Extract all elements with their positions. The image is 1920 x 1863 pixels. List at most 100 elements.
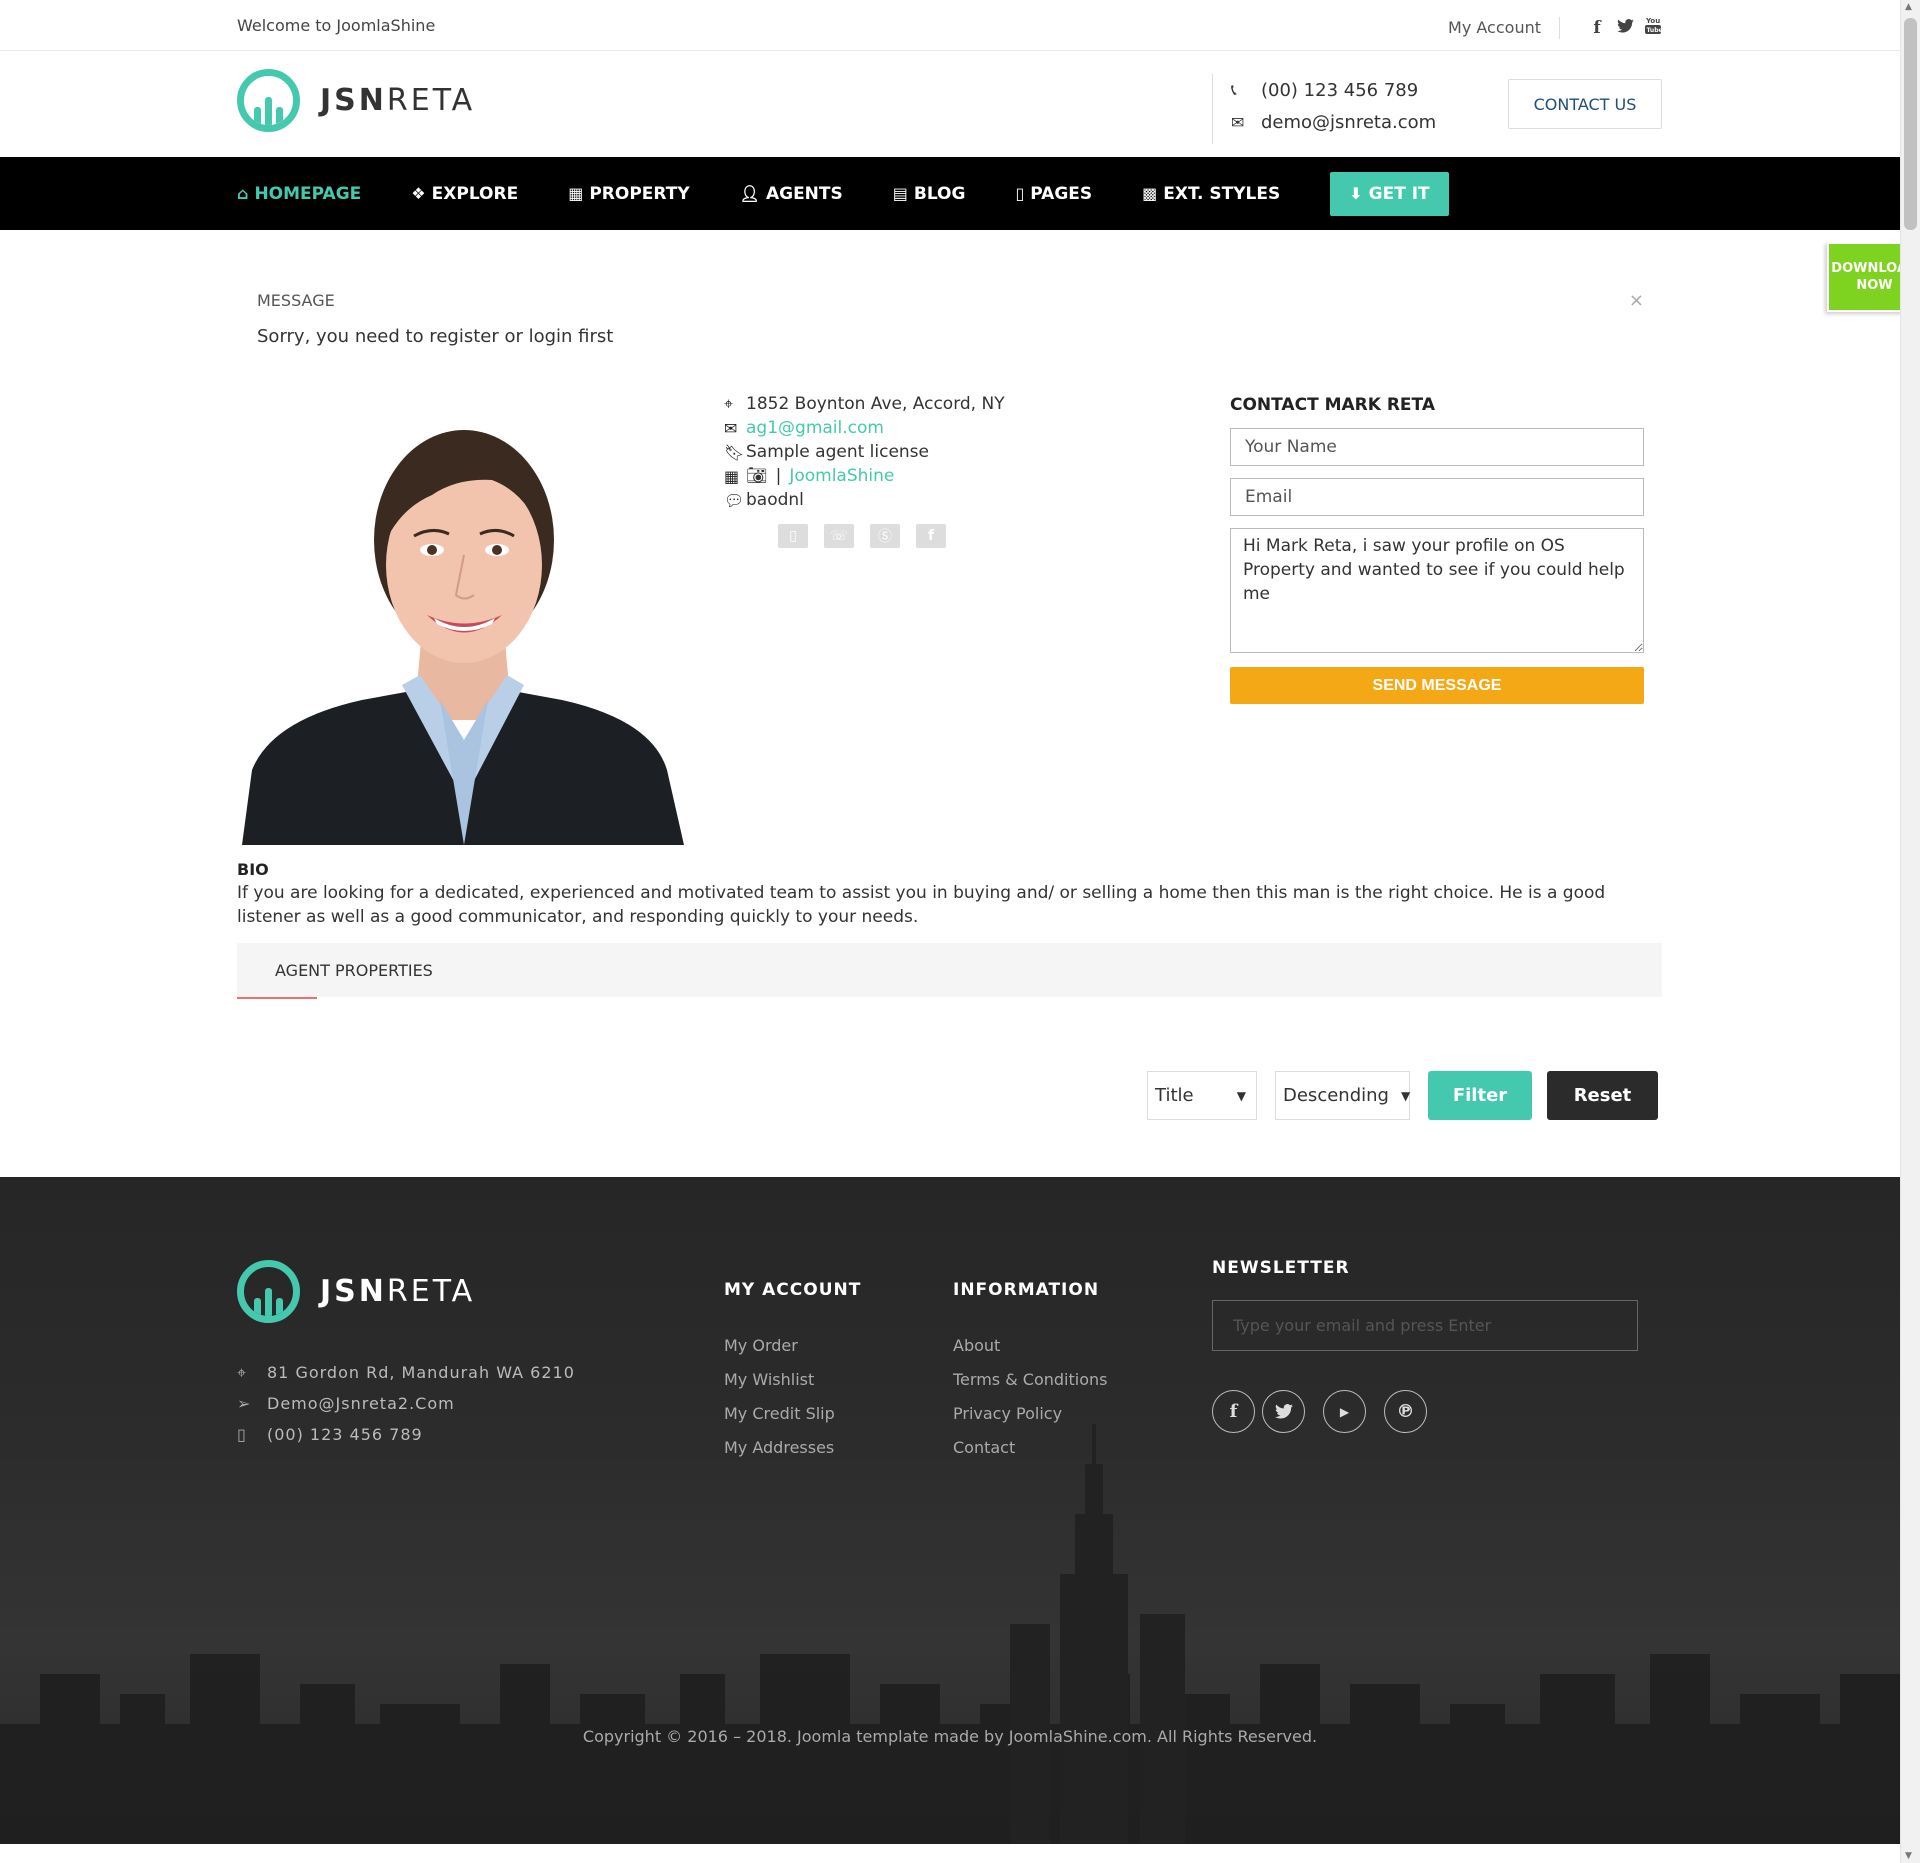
footer-logo[interactable]: JSNRETA bbox=[237, 1260, 475, 1323]
agent-tabs: AGENT PROPERTIES bbox=[237, 943, 1662, 999]
system-message: MESSAGE Sorry, you need to register or l… bbox=[237, 280, 1662, 365]
facebook-icon[interactable]: f bbox=[1588, 18, 1606, 38]
footer-link-privacy[interactable]: Privacy Policy bbox=[953, 1404, 1107, 1438]
bookmark-icon: 🔖︎ bbox=[724, 442, 745, 462]
envelope-icon: ✉︎ bbox=[724, 418, 738, 438]
contact-agent-form: CONTACT MARK RETA Hi Mark Reta, i saw yo… bbox=[1230, 395, 1644, 704]
filter-button[interactable]: Filter bbox=[1428, 1071, 1532, 1120]
footer-information: INFORMATION About Terms & Conditions Pri… bbox=[953, 1280, 1107, 1472]
send-message-button[interactable]: SEND MESSAGE bbox=[1230, 667, 1644, 704]
message-textarea[interactable]: Hi Mark Reta, i saw your profile on OS P… bbox=[1230, 528, 1644, 653]
email-input[interactable] bbox=[1230, 478, 1644, 516]
nav-item-blog[interactable]: ▤ BLOG bbox=[893, 184, 966, 204]
order-by-select[interactable]: Title ▼ bbox=[1147, 1071, 1257, 1120]
nav-item-homepage[interactable]: ⌂ HOMEPAGE bbox=[237, 184, 361, 204]
chevron-down-icon: ▼ bbox=[1236, 1088, 1246, 1103]
map-marker-icon: ⌖ bbox=[724, 394, 734, 413]
welcome-text: Welcome to JoomlaShine bbox=[237, 16, 436, 35]
phone-icon: 📞︎ bbox=[1231, 80, 1237, 99]
header-phone: (00) 123 456 789 bbox=[1261, 79, 1419, 101]
facebook-icon[interactable]: f bbox=[1212, 1390, 1255, 1433]
site-footer: JSNRETA ⌖ 81 Gordon Rd, Mandurah WA 6210 … bbox=[0, 1177, 1900, 1844]
file-icon: ▯ bbox=[1015, 184, 1025, 203]
name-input[interactable] bbox=[1230, 428, 1644, 466]
bio-title: BIO bbox=[237, 860, 269, 879]
footer-email[interactable]: Demo@Jsnreta2.Com bbox=[267, 1394, 455, 1413]
agent-email-link[interactable]: ag1@gmail.com bbox=[746, 418, 884, 438]
close-icon[interactable]: × bbox=[1629, 290, 1644, 311]
scroll-down-icon[interactable]: ▼ bbox=[1905, 1851, 1912, 1861]
nav-item-explore[interactable]: ❖ EXPLORE bbox=[411, 184, 518, 204]
camera-icon: 📷︎ bbox=[746, 466, 768, 486]
top-bar: Welcome to JoomlaShine My Account f You T… bbox=[0, 0, 1900, 51]
footer-link-my-credit-slip[interactable]: My Credit Slip bbox=[724, 1404, 861, 1438]
logo-text: JSNRETA bbox=[320, 1274, 476, 1309]
nav-item-pages[interactable]: ▯ PAGES bbox=[1015, 184, 1092, 204]
home-icon: ⌂ bbox=[237, 184, 249, 203]
logo-mark-icon bbox=[237, 1260, 300, 1323]
top-bar-right: My Account f You Tube bbox=[1448, 16, 1663, 39]
bio-text: If you are looking for a dedicated, expe… bbox=[237, 883, 1606, 927]
site-logo[interactable]: JSNRETA bbox=[237, 69, 475, 132]
site-header: JSNRETA 📞︎ (00) 123 456 789 ✉︎ demo@jsnret… bbox=[0, 52, 1900, 157]
svg-text:Tube: Tube bbox=[1647, 27, 1662, 34]
pinterest-icon[interactable]: ℗ bbox=[1384, 1390, 1427, 1433]
building-icon: ▦ bbox=[568, 184, 584, 203]
facebook-icon[interactable]: f bbox=[916, 524, 946, 548]
youtube-icon[interactable]: You Tube bbox=[1644, 16, 1663, 39]
page-scrollbar[interactable]: ▲ ▼ bbox=[1900, 0, 1920, 1863]
envelope-icon: ✉︎ bbox=[1231, 112, 1245, 132]
footer-link-about[interactable]: About bbox=[953, 1336, 1107, 1370]
footer-address: 81 Gordon Rd, Mandurah WA 6210 bbox=[267, 1363, 575, 1382]
newspaper-icon: ▤ bbox=[892, 184, 908, 203]
skype-icon[interactable]: Ⓢ bbox=[870, 524, 900, 548]
phone-icon[interactable]: ☏ bbox=[824, 524, 854, 548]
svg-text:You: You bbox=[1645, 17, 1660, 25]
cubes-icon: ❖ bbox=[411, 184, 426, 203]
footer-newsletter: NEWSLETTER bbox=[1212, 1258, 1638, 1351]
nav-item-ext-styles[interactable]: ▩ EXT. STYLES bbox=[1142, 184, 1280, 204]
city-skyline-background bbox=[0, 1424, 1900, 1844]
logo-mark-icon bbox=[237, 69, 300, 132]
message-title: MESSAGE bbox=[257, 291, 335, 310]
copyright-text: Copyright © 2016 – 2018. Joomla template… bbox=[582, 1727, 1318, 1746]
footer-link-terms[interactable]: Terms & Conditions bbox=[953, 1370, 1107, 1404]
newsletter-email-input[interactable] bbox=[1212, 1300, 1638, 1351]
agent-license: Sample agent license bbox=[746, 442, 929, 462]
header-email[interactable]: demo@jsnreta.com bbox=[1261, 112, 1436, 133]
message-text: Sorry, you need to register or login fir… bbox=[257, 326, 614, 347]
reset-button[interactable]: Reset bbox=[1547, 1071, 1658, 1120]
logo-text: JSNRETA bbox=[320, 83, 476, 118]
nav-item-agents[interactable]: 👤︎ AGENTS bbox=[740, 184, 843, 204]
scrollbar-thumb[interactable] bbox=[1904, 18, 1917, 230]
mobile-icon[interactable]: ▯ bbox=[778, 524, 808, 548]
nav-item-get-it[interactable]: ⬇ GET IT bbox=[1330, 171, 1449, 216]
company-separator: | bbox=[775, 466, 782, 486]
download-icon: ⬇ bbox=[1349, 184, 1363, 203]
agent-company-link[interactable]: JoomlaShine bbox=[789, 466, 894, 486]
footer-link-my-wishlist[interactable]: My Wishlist bbox=[724, 1370, 861, 1404]
twitter-icon[interactable] bbox=[1262, 1390, 1305, 1433]
contact-us-button[interactable]: CONTACT US bbox=[1508, 79, 1662, 129]
footer-link-my-order[interactable]: My Order bbox=[724, 1336, 861, 1370]
divider bbox=[1559, 16, 1560, 39]
footer-link-contact[interactable]: Contact bbox=[953, 1438, 1107, 1472]
agent-photo bbox=[242, 400, 684, 845]
main-nav: ⌂ HOMEPAGE ❖ EXPLORE ▦ PROPERTY 👤︎ AGENTS ▤ B… bbox=[0, 157, 1900, 230]
footer-link-my-addresses[interactable]: My Addresses bbox=[724, 1438, 861, 1472]
property-filter: Title ▼ Descending ▼ Filter Reset bbox=[1147, 1071, 1658, 1120]
agent-bio: BIO If you are looking for a dedicated, … bbox=[237, 860, 1662, 929]
footer-my-account-title: MY ACCOUNT bbox=[724, 1280, 862, 1300]
order-direction-select[interactable]: Descending ▼ bbox=[1275, 1071, 1410, 1120]
tab-agent-properties[interactable]: AGENT PROPERTIES bbox=[237, 943, 471, 999]
comment-icon: 💬︎ bbox=[724, 490, 745, 510]
nav-item-property[interactable]: ▦ PROPERTY bbox=[568, 184, 689, 204]
my-account-link[interactable]: My Account bbox=[1448, 18, 1541, 37]
phone-icon: ▯ bbox=[237, 1425, 247, 1444]
youtube-icon[interactable]: ▶ bbox=[1323, 1390, 1366, 1433]
twitter-icon[interactable] bbox=[1616, 18, 1634, 38]
footer-information-title: INFORMATION bbox=[953, 1280, 1100, 1300]
agent-address: 1852 Boynton Ave, Accord, NY bbox=[746, 394, 1005, 414]
newsletter-title: NEWSLETTER bbox=[1212, 1258, 1350, 1278]
scroll-up-icon[interactable]: ▲ bbox=[1905, 2, 1912, 12]
